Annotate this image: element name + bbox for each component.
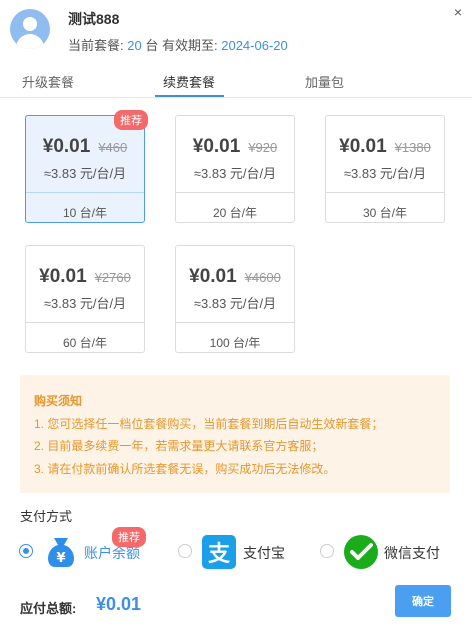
expire-label: 有效期至: — [161, 38, 218, 53]
plan-quantity: 100 台/年 — [209, 336, 261, 350]
total-label: 应付总额: — [20, 601, 77, 616]
plan-divider — [176, 192, 294, 193]
plan-card-100[interactable]: ¥0.01 ¥4600 ≈3.83 元/台/月 100 台/年 — [175, 245, 295, 353]
active-tab-indicator — [155, 95, 224, 97]
notice-title: 购买须知 — [34, 394, 83, 408]
plan-price: ¥0.01 — [339, 136, 387, 157]
plan-card-60[interactable]: ¥0.01 ¥2760 ≈3.83 元/台/月 60 台/年 — [25, 245, 145, 353]
wallet-icon: ¥ — [48, 538, 74, 567]
close-icon[interactable]: × — [454, 4, 462, 20]
svg-text:¥: ¥ — [56, 551, 65, 566]
plan-card-30[interactable]: ¥0.01 ¥1380 ≈3.83 元/台/月 30 台/年 — [325, 115, 445, 223]
payment-method-label: 支付方式 — [20, 509, 73, 524]
plan-unit-price: ≈3.83 元/台/月 — [193, 166, 277, 181]
notice-line: 3. 请在付款前确认所选套餐无误，购买成功后无法修改。 — [34, 462, 336, 476]
radio-alipay[interactable] — [178, 544, 192, 558]
plan-quantity: 30 台/年 — [362, 206, 408, 220]
alipay-label[interactable]: 支付宝 — [243, 543, 285, 563]
wechat-pay-label[interactable]: 微信支付 — [384, 543, 440, 563]
notice-line: 1. 您可选择任一档位套餐购买，当前套餐到期后自动生效新套餐； — [34, 417, 384, 431]
plan-divider — [26, 192, 144, 193]
plan-quantity: 20 台/年 — [212, 206, 258, 220]
tab-upgrade[interactable]: 升级套餐 — [22, 72, 74, 91]
alipay-icon: 支 — [202, 535, 236, 569]
plan-unit-price: ≈3.83 元/台/月 — [43, 166, 127, 181]
tab-addon[interactable]: 加量包 — [305, 72, 344, 91]
username: 测试888 — [68, 11, 120, 27]
current-plan-info: 当前套餐: 20 台 有效期至: 2024-06-20 — [68, 35, 288, 54]
tab-renew[interactable]: 续费套餐 — [163, 72, 215, 91]
plan-quantity: 60 台/年 — [62, 336, 108, 350]
recommend-badge: 推荐 — [112, 527, 146, 547]
plan-price: ¥0.01 — [42, 136, 91, 157]
plan-price: ¥0.01 — [192, 136, 241, 157]
plan-unit-price: ≈3.83 元/台/月 — [193, 296, 277, 311]
plan-quantity: 10 台/年 — [62, 206, 108, 220]
total-amount: ¥0.01 — [96, 594, 142, 614]
expire-date: 2024-06-20 — [221, 38, 288, 53]
plan-original-price: ¥460 — [98, 140, 128, 155]
plan-unit-price: ≈3.83 元/台/月 — [343, 166, 427, 181]
plan-divider — [326, 192, 444, 193]
recommend-badge: 推荐 — [114, 110, 148, 130]
plan-original-price: ¥2760 — [94, 270, 131, 285]
radio-wechat-pay[interactable] — [320, 544, 334, 558]
notice-line: 2. 目前最多续费一年，若需求量更大请联系官方客服； — [34, 439, 324, 453]
purchase-notice: 购买须知 1. 您可选择任一档位套餐购买，当前套餐到期后自动生效新套餐； 2. … — [20, 375, 450, 493]
plan-tabs: 升级套餐 续费套餐 加量包 — [0, 64, 472, 98]
plan-divider — [26, 322, 144, 323]
plan-count: 20 — [127, 38, 142, 53]
svg-text:支: 支 — [208, 542, 231, 567]
plan-card-20[interactable]: ¥0.01 ¥920 ≈3.83 元/台/月 20 台/年 — [175, 115, 295, 223]
wechat-pay-icon — [344, 535, 378, 569]
plan-original-price: ¥1380 — [394, 140, 431, 155]
plan-label: 当前套餐: — [68, 38, 124, 53]
radio-account-balance[interactable] — [19, 544, 33, 558]
plan-original-price: ¥920 — [248, 140, 278, 155]
plan-unit-price: ≈3.83 元/台/月 — [43, 296, 127, 311]
plan-original-price: ¥4600 — [244, 270, 281, 285]
plan-card-10[interactable]: ¥0.01 ¥460 ≈3.83 元/台/月 10 台/年 — [25, 115, 145, 223]
avatar — [10, 9, 50, 49]
user-header: 测试888 当前套餐: 20 台 有效期至: 2024-06-20 × — [0, 0, 472, 64]
plan-divider — [176, 322, 294, 323]
plan-price: ¥0.01 — [39, 266, 87, 287]
confirm-button[interactable]: 确定 — [395, 585, 451, 617]
plan-unit: 台 — [145, 38, 159, 53]
plan-price: ¥0.01 — [189, 266, 237, 287]
